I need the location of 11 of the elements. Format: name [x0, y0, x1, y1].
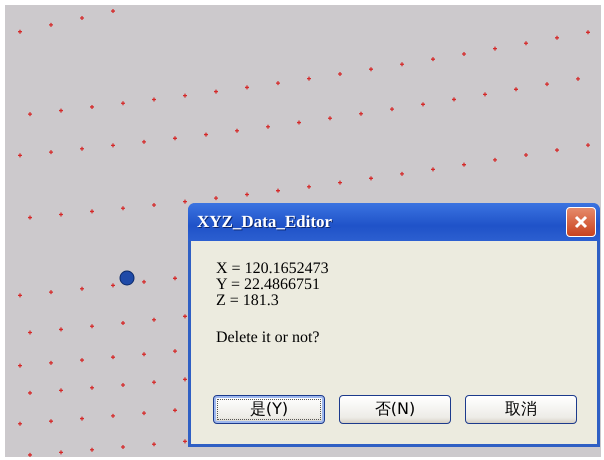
close-icon	[573, 214, 589, 230]
coordinate-text: Y = 22.4866751	[216, 277, 321, 293]
message-text: Delete it or not?	[216, 329, 321, 347]
dialog-button[interactable]: 否(N)	[339, 395, 451, 424]
coordinate-text: Z = 181.3	[216, 293, 280, 309]
dialog-button[interactable]: 取消	[465, 395, 577, 424]
dialog-button[interactable]: 是(Y)	[213, 395, 325, 424]
selected-point-icon	[120, 270, 134, 286]
window-title: XYZ_Data_Editor	[197, 212, 332, 232]
close-button[interactable]	[566, 207, 596, 237]
coordinate-text: X = 120.1652473	[216, 261, 330, 277]
